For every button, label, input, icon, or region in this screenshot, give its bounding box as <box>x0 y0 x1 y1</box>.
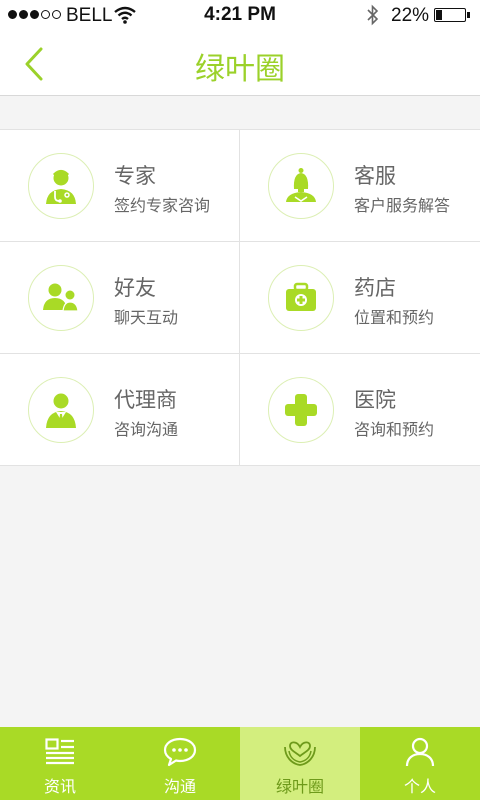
person-icon <box>405 737 435 767</box>
grid-item-title: 代理商 <box>114 388 177 412</box>
tab-label: 资讯 <box>43 777 76 796</box>
tab-label: 个人 <box>403 777 436 796</box>
grid-item-subtitle: 咨询和预约 <box>354 420 435 439</box>
tab-news[interactable]: 资讯 <box>0 727 120 800</box>
battery-icon <box>434 8 466 22</box>
status-bar: BELL 4:21 PM 22% <box>0 0 480 32</box>
tab-personal[interactable]: 个人 <box>360 727 480 800</box>
tab-bar: 资讯 沟通 绿叶圈 个人 <box>0 727 480 800</box>
tab-label: 绿叶圈 <box>275 777 324 796</box>
grid-item-title: 药店 <box>354 276 396 300</box>
friends-icon <box>43 283 79 312</box>
grid-item-title: 客服 <box>354 164 396 188</box>
grid-item-expert[interactable]: 专家 签约专家咨询 <box>0 130 240 242</box>
navigation-bar: 绿叶圈 <box>0 32 480 96</box>
battery-level <box>436 10 442 20</box>
grid-item-subtitle: 咨询沟通 <box>114 420 179 439</box>
doctor-icon <box>46 170 76 204</box>
feature-grid: 专家 签约专家咨询 客服 客户服务解答 好友 聊天互动 药店 位置和预约 代理商… <box>0 129 480 466</box>
agent-icon <box>46 393 76 428</box>
battery-percent: 22% <box>391 5 430 26</box>
grid-item-subtitle: 聊天互动 <box>114 308 179 327</box>
grid-item-title: 专家 <box>114 164 156 188</box>
customer-service-icon <box>286 168 316 202</box>
battery-tip <box>467 12 470 18</box>
grid-item-subtitle: 签约专家咨询 <box>114 196 211 215</box>
medical-kit-icon <box>286 282 316 311</box>
grid-item-hospital[interactable]: 医院 咨询和预约 <box>240 354 480 466</box>
grid-item-customer-service[interactable]: 客服 客户服务解答 <box>240 130 480 242</box>
tab-label: 沟通 <box>163 777 196 796</box>
bluetooth-icon <box>366 4 380 32</box>
news-icon <box>45 738 74 765</box>
grid-item-agent[interactable]: 代理商 咨询沟通 <box>0 354 240 466</box>
tab-green-leaf-circle[interactable]: 绿叶圈 <box>240 727 360 800</box>
hospital-cross-icon <box>285 394 317 426</box>
grid-item-pharmacy[interactable]: 药店 位置和预约 <box>240 242 480 354</box>
screen: BELL 4:21 PM 22% 绿叶圈 专家 签约专家咨询 客服 客户服务解答… <box>0 0 480 800</box>
grid-item-title: 医院 <box>354 388 396 412</box>
tab-chat[interactable]: 沟通 <box>120 727 240 800</box>
page-title: 绿叶圈 <box>195 52 285 87</box>
grid-item-friends[interactable]: 好友 聊天互动 <box>0 242 240 354</box>
grid-item-subtitle: 位置和预约 <box>354 308 435 327</box>
leaf-circle-icon <box>284 741 316 766</box>
grid-item-subtitle: 客户服务解答 <box>354 196 451 215</box>
grid-item-title: 好友 <box>114 276 156 300</box>
chat-bubble-icon <box>163 737 197 767</box>
